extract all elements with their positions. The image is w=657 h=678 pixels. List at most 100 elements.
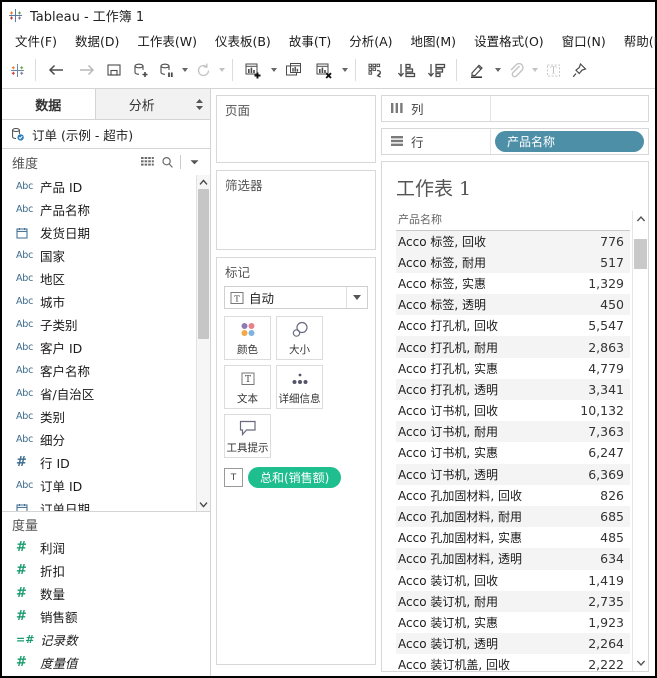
chevron-down-icon[interactable]: [184, 152, 204, 172]
dimension-item[interactable]: # 行 ID: [2, 451, 196, 474]
worksheet-scrollbar[interactable]: [632, 210, 648, 671]
new-worksheet-icon[interactable]: [238, 56, 268, 84]
mark-type-dropdown[interactable]: T 自动: [224, 286, 368, 309]
dimension-item[interactable]: Abc 细分: [2, 428, 196, 451]
pause-data-source-icon[interactable]: [153, 56, 179, 84]
attach-icon[interactable]: [503, 56, 529, 84]
fit-pin-icon[interactable]: [566, 56, 592, 84]
sort-ascending-icon[interactable]: [391, 56, 421, 84]
menu-data[interactable]: 数据(D): [66, 29, 128, 52]
measure-item[interactable]: # 度量值: [2, 651, 210, 674]
table-row[interactable]: Acco 装订机盖, 回收 2,222: [396, 654, 630, 671]
forward-arrow-icon[interactable]: [71, 56, 101, 84]
menu-story[interactable]: 故事(T): [280, 29, 340, 52]
menu-window[interactable]: 窗口(N): [553, 29, 615, 52]
tableau-home-icon[interactable]: [4, 56, 30, 84]
table-row[interactable]: Acco 订书机, 实惠 6,247: [396, 442, 630, 463]
attach-menu-caret[interactable]: [529, 56, 540, 84]
marks-detail-button[interactable]: 详细信息: [276, 365, 323, 409]
filters-shelf[interactable]: 筛选器: [216, 170, 376, 250]
dimension-item[interactable]: Abc 产品 ID: [2, 175, 196, 198]
rows-shelf-dropzone[interactable]: 产品名称: [491, 129, 648, 154]
tab-data[interactable]: 数据: [2, 89, 96, 119]
marks-text-button[interactable]: T 文本: [224, 365, 271, 409]
new-sheet-menu-caret[interactable]: [268, 56, 279, 84]
updown-arrows-icon[interactable]: [188, 89, 210, 119]
refresh-icon[interactable]: [190, 56, 216, 84]
table-row[interactable]: Acco 孔加固材料, 实惠 485: [396, 527, 630, 548]
dimension-item[interactable]: Abc 城市: [2, 290, 196, 313]
worksheet-scrollbar-thumb[interactable]: [634, 238, 647, 269]
dimension-item[interactable]: Abc 地区: [2, 267, 196, 290]
add-data-source-icon[interactable]: [127, 56, 153, 84]
table-row[interactable]: Acco 装订机, 实惠 1,923: [396, 612, 630, 633]
chevron-up-icon[interactable]: [633, 211, 648, 227]
table-row[interactable]: Acco 订书机, 耐用 7,363: [396, 421, 630, 443]
duplicate-sheet-icon[interactable]: [279, 56, 309, 84]
table-row[interactable]: Acco 打孔机, 实惠 4,779: [396, 358, 630, 379]
clear-sheet-icon[interactable]: [309, 56, 339, 84]
back-arrow-icon[interactable]: [41, 56, 71, 84]
marks-color-button[interactable]: 颜色: [224, 316, 271, 360]
table-row[interactable]: Acco 标签, 实惠 1,329: [396, 273, 630, 294]
dimension-item[interactable]: Abc 订单 ID: [2, 474, 196, 497]
scroll-down-icon[interactable]: [197, 497, 210, 511]
dimension-item[interactable]: Abc 国家: [2, 244, 196, 267]
scrollbar-thumb[interactable]: [198, 189, 209, 339]
menu-format[interactable]: 设置格式(O): [465, 29, 553, 52]
table-row[interactable]: Acco 订书机, 回收 10,132: [396, 400, 630, 421]
text-label-icon[interactable]: T: [540, 56, 566, 84]
chevron-down-icon[interactable]: [346, 287, 367, 308]
menu-dashboard[interactable]: 仪表板(B): [206, 29, 280, 52]
columns-shelf-dropzone[interactable]: [491, 96, 648, 121]
sort-descending-icon[interactable]: [421, 56, 451, 84]
table-row[interactable]: Acco 孔加固材料, 透明 634: [396, 548, 630, 570]
marks-size-button[interactable]: 大小: [276, 316, 323, 360]
highlight-menu-caret[interactable]: [492, 56, 503, 84]
dimensions-scrollbar[interactable]: [196, 175, 210, 511]
measure-item[interactable]: # 销售额: [2, 605, 210, 628]
rows-dimension-pill[interactable]: 产品名称: [495, 130, 644, 152]
swap-rows-columns-icon[interactable]: [361, 56, 391, 84]
highlight-icon[interactable]: [462, 56, 492, 84]
chevron-down-icon[interactable]: [633, 655, 648, 671]
scrollbar-track[interactable]: [197, 189, 210, 497]
save-icon[interactable]: [101, 56, 127, 84]
table-row[interactable]: Acco 打孔机, 回收 5,547: [396, 315, 630, 336]
table-row[interactable]: Acco 标签, 耐用 517: [396, 251, 630, 273]
search-icon[interactable]: [157, 152, 177, 172]
clear-menu-caret[interactable]: [339, 56, 350, 84]
table-row[interactable]: Acco 装订机, 回收 1,419: [396, 570, 630, 591]
columns-shelf[interactable]: 列: [381, 95, 649, 122]
measure-item[interactable]: # 利润: [2, 536, 210, 559]
dimension-item[interactable]: 订单日期: [2, 497, 196, 511]
refresh-menu-caret[interactable]: [216, 56, 227, 84]
dimension-item[interactable]: Abc 客户名称: [2, 359, 196, 382]
marks-measure-pill[interactable]: 总和(销售额): [248, 467, 342, 488]
table-row[interactable]: Acco 孔加固材料, 耐用 685: [396, 505, 630, 528]
dimension-item[interactable]: Abc 产品名称: [2, 198, 196, 221]
dimension-item[interactable]: Abc 省/自治区: [2, 382, 196, 405]
dimension-item[interactable]: 发货日期: [2, 221, 196, 244]
table-row[interactable]: Acco 打孔机, 耐用 2,863: [396, 336, 630, 358]
pages-shelf[interactable]: 页面: [216, 95, 376, 163]
worksheet-scrollbar-track[interactable]: [633, 227, 648, 655]
table-row[interactable]: Acco 装订机, 耐用 2,735: [396, 590, 630, 612]
rows-shelf[interactable]: 行 产品名称: [381, 127, 649, 155]
datasource-item[interactable]: 订单 (示例 - 超市): [2, 120, 210, 149]
menu-help[interactable]: 帮助(H): [615, 29, 657, 52]
menu-map[interactable]: 地图(M): [402, 29, 466, 52]
table-row[interactable]: Acco 打孔机, 透明 3,341: [396, 378, 630, 400]
measure-item[interactable]: # 数量: [2, 582, 210, 605]
measure-item[interactable]: =# 记录数: [2, 628, 210, 651]
dimension-item[interactable]: Abc 类别: [2, 405, 196, 428]
menu-analysis[interactable]: 分析(A): [340, 29, 401, 52]
menu-bar[interactable]: 文件(F) 数据(D) 工作表(W) 仪表板(B) 故事(T) 分析(A) 地图…: [2, 28, 657, 52]
dimension-item[interactable]: Abc 客户 ID: [2, 336, 196, 359]
tab-analytics[interactable]: 分析: [95, 89, 188, 119]
table-row[interactable]: Acco 标签, 回收 776: [396, 230, 630, 252]
table-row[interactable]: Acco 孔加固材料, 回收 826: [396, 485, 630, 506]
table-row[interactable]: Acco 装订机, 透明 2,264: [396, 633, 630, 655]
marks-tooltip-button[interactable]: 工具提示: [224, 414, 271, 458]
menu-worksheet[interactable]: 工作表(W): [128, 29, 206, 52]
